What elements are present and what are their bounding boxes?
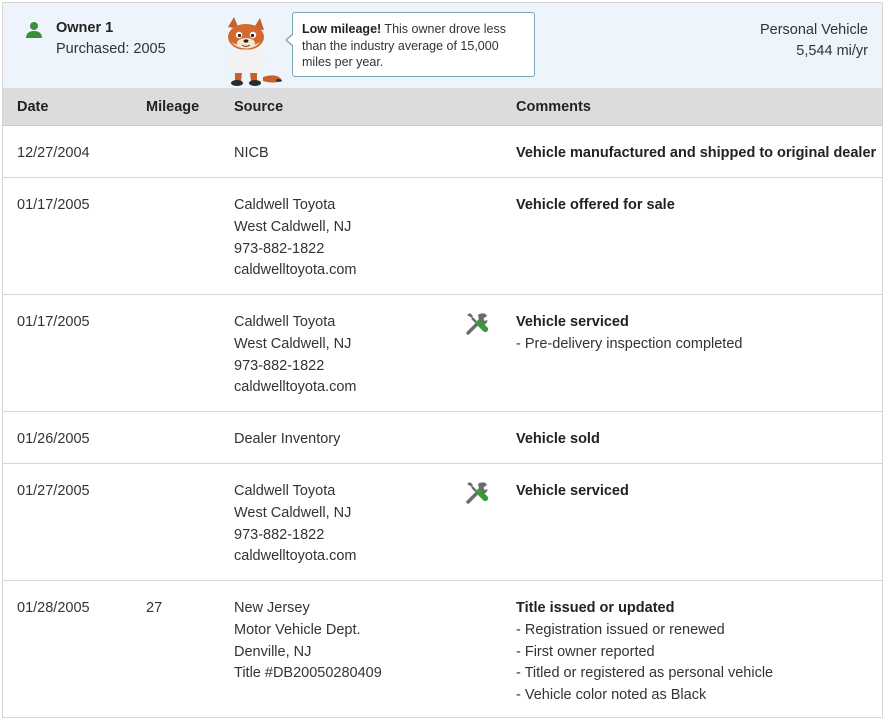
source-line: caldwelltoyota.com: [234, 548, 357, 565]
history-row: 01/26/2005 Dealer Inventory Vehicle sold: [3, 412, 882, 464]
source-line: 973-882-1822: [234, 357, 325, 374]
comment-title: Vehicle manufactured and shipped to orig…: [516, 145, 877, 161]
owner-summary: Owner 1 Purchased: 2005 Low mileage! Thi…: [3, 3, 882, 89]
comment-title: Vehicle serviced: [516, 483, 629, 499]
source-line: Title #DB20050280409: [234, 665, 382, 682]
row-source: Dealer Inventory: [234, 429, 340, 451]
owner-name: Owner 1: [56, 20, 114, 36]
comment-detail: - Vehicle color noted as Black: [516, 687, 707, 704]
row-date: 12/27/2004: [17, 145, 90, 161]
comment-title: Vehicle serviced: [516, 314, 629, 330]
row-comments: Vehicle serviced: [516, 481, 629, 503]
low-mileage-tooltip: Low mileage! This owner drove less than …: [285, 12, 535, 77]
vehicle-history-panel: Owner 1 Purchased: 2005 Low mileage! Thi…: [2, 2, 883, 718]
row-comments: Vehicle sold: [516, 429, 600, 451]
comment-title: Vehicle sold: [516, 431, 600, 447]
comment-title: Vehicle offered for sale: [516, 197, 675, 213]
header-comments: Comments: [516, 99, 591, 115]
row-comments: Title issued or updated - Registration is…: [516, 598, 773, 707]
history-row: 01/17/2005 Caldwell Toyota West Caldwell, …: [3, 295, 882, 412]
source-line: New Jersey: [234, 600, 310, 616]
history-row: 01/17/2005 Caldwell Toyota West Caldwell, …: [3, 178, 882, 295]
row-comments: Vehicle offered for sale: [516, 195, 675, 217]
source-line: 973-882-1822: [234, 240, 325, 257]
header-date: Date: [17, 99, 49, 115]
source-line: Motor Vehicle Dept.: [234, 621, 361, 638]
history-row: 12/27/2004 NICB Vehicle manufactured and s…: [3, 126, 882, 178]
row-source: Caldwell Toyota West Caldwell, NJ 973-882-…: [234, 312, 357, 399]
row-source: Caldwell Toyota West Caldwell, NJ 973-882-…: [234, 195, 357, 282]
history-table-header: Date Mileage Source Comments: [3, 89, 882, 126]
service-tools-icon: [466, 482, 489, 504]
comment-detail: - Pre-delivery inspection completed: [516, 335, 743, 352]
source-line: Caldwell Toyota: [234, 197, 336, 213]
history-row: 01/27/2005 Caldwell Toyota West Caldwell, …: [3, 464, 882, 581]
row-source: NICB: [234, 143, 269, 165]
row-comments: Vehicle manufactured and shipped to orig…: [516, 143, 876, 165]
source-line: Caldwell Toyota: [234, 314, 336, 330]
source-line: Caldwell Toyota: [234, 483, 336, 499]
source-line: Dealer Inventory: [234, 431, 341, 447]
usage-type: Personal Vehicle: [759, 22, 868, 38]
source-line: caldwelltoyota.com: [234, 379, 357, 396]
carfox-mascot-icon: [227, 17, 282, 86]
comment-detail: - First owner reported: [516, 643, 655, 660]
comment-title: Title issued or updated: [516, 600, 675, 616]
row-date: 01/27/2005: [17, 483, 90, 499]
service-tools-icon: [466, 313, 489, 335]
row-source: Caldwell Toyota West Caldwell, NJ 973-882-…: [234, 481, 357, 568]
header-mileage: Mileage: [146, 99, 200, 115]
source-line: West Caldwell, NJ: [234, 218, 352, 235]
source-line: NICB: [234, 145, 269, 161]
row-date: 01/17/2005: [17, 314, 90, 330]
source-line: caldwelltoyota.com: [234, 262, 357, 279]
history-row: 01/28/2005 27 New Jersey Motor Vehicle Dept…: [3, 581, 882, 717]
source-line: West Caldwell, NJ: [234, 504, 352, 521]
comment-detail: - Registration issued or renewed: [516, 621, 725, 638]
row-date: 01/17/2005: [17, 197, 90, 213]
row-comments: Vehicle serviced - Pre-delivery inspectio…: [516, 312, 742, 356]
source-line: Denville, NJ: [234, 643, 312, 660]
tooltip-headline: Low mileage!: [302, 22, 382, 36]
person-icon: [26, 22, 42, 38]
owner-usage: Personal Vehicle 5,544 mi/yr: [760, 20, 868, 62]
row-date: 01/28/2005: [17, 600, 90, 616]
header-source: Source: [234, 99, 284, 115]
row-mileage: 27: [146, 600, 163, 616]
annual-miles: 5,544 mi/yr: [796, 43, 868, 59]
source-line: West Caldwell, NJ: [234, 335, 352, 352]
comment-detail: - Titled or registered as personal vehic…: [516, 665, 774, 682]
row-source: New Jersey Motor Vehicle Dept. Denville, N…: [234, 598, 382, 685]
row-date: 01/26/2005: [17, 431, 90, 447]
source-line: 973-882-1822: [234, 526, 325, 543]
owner-purchased: Purchased: 2005: [56, 41, 166, 57]
